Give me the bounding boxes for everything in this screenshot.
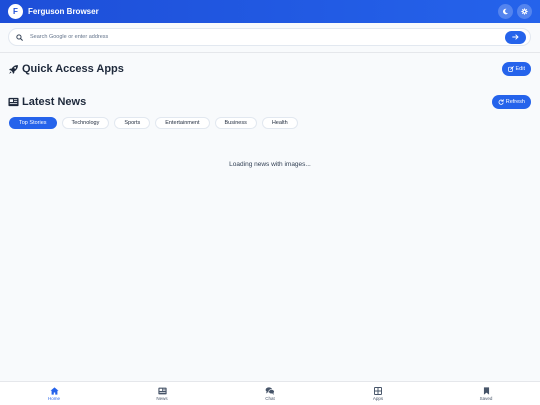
category-chip-technology[interactable]: Technology [61, 117, 110, 129]
category-chip-sports[interactable]: Sports [114, 117, 151, 129]
divider [0, 52, 540, 53]
edit-button[interactable]: Edit [501, 62, 531, 76]
home-icon [50, 386, 58, 395]
settings-button[interactable] [517, 4, 532, 19]
news-loading-text: Loading news with images... [229, 161, 311, 168]
gear-icon [521, 8, 528, 15]
app-header: F Ferguson Browser [0, 0, 540, 23]
theme-toggle-button[interactable] [498, 4, 513, 19]
bookmark-icon [483, 386, 489, 395]
newspaper-icon [8, 97, 19, 107]
edit-label: Edit [515, 66, 525, 72]
edit-icon [507, 66, 514, 72]
header-actions [498, 4, 532, 19]
nav-item-news[interactable]: News [108, 382, 216, 405]
chat-icon [265, 386, 275, 395]
apps-grid-icon [374, 386, 382, 395]
refresh-icon [498, 99, 504, 105]
nav-label-home: Home [47, 395, 60, 401]
arrow-right-icon [512, 34, 519, 40]
nav-item-apps[interactable]: Apps [324, 382, 432, 405]
quick-access-header: Quick Access Apps Edit [8, 61, 531, 77]
category-chip-business[interactable]: Business [214, 117, 257, 129]
search-bar [8, 28, 531, 46]
newspaper-icon [157, 387, 167, 394]
nav-label-saved: Saved [479, 395, 493, 401]
search-input[interactable] [30, 30, 505, 44]
nav-label-apps: Apps [372, 395, 384, 401]
nav-label-chat: Chat [265, 395, 275, 401]
nav-item-chat[interactable]: Chat [216, 382, 324, 405]
news-title: Latest News [22, 96, 87, 108]
category-chip-health[interactable]: Health [261, 117, 298, 129]
moon-icon [502, 8, 509, 15]
refresh-button[interactable]: Refresh [491, 95, 531, 109]
quick-access-title: Quick Access Apps [22, 63, 124, 75]
category-chip-entertainment[interactable]: Entertainment [155, 117, 210, 129]
search-icon [16, 33, 23, 41]
avatar[interactable]: F [8, 4, 23, 19]
news-category-tabs: Top Stories Technology Sports Entertainm… [9, 117, 298, 129]
category-chip-top-stories[interactable]: Top Stories [9, 117, 57, 129]
news-header: Latest News Refresh [8, 94, 531, 110]
rocket-icon [9, 64, 18, 74]
search-go-button[interactable] [505, 30, 526, 44]
refresh-label: Refresh [505, 99, 525, 105]
app-title: Ferguson Browser [28, 7, 99, 16]
nav-item-saved[interactable]: Saved [432, 382, 540, 405]
nav-label-news: News [156, 395, 168, 401]
nav-item-home[interactable]: Home [0, 382, 108, 405]
bottom-nav: Home News Chat Apps Saved [0, 381, 540, 405]
